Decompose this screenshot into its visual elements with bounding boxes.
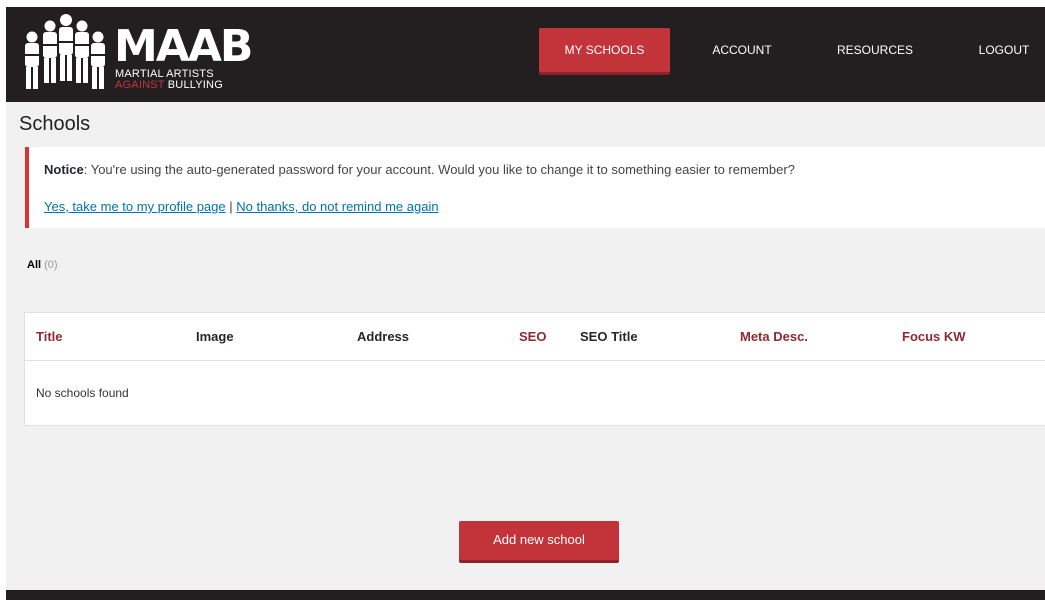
password-notice: Notice: You're using the auto-generated … (25, 147, 1045, 228)
filter-all[interactable]: All (0) (27, 259, 58, 271)
brand-tagline-line2: AGAINST BULLYING (115, 80, 223, 91)
notice-heading: Notice (44, 162, 84, 177)
brand-tagline-bullying: BULLYING (167, 79, 223, 91)
column-focus-kw[interactable]: Focus KW (902, 329, 966, 344)
nav-my-schools[interactable]: MY SCHOOLS (539, 28, 670, 72)
nav-resources[interactable]: RESOURCES (828, 28, 922, 72)
filter-all-label: All (27, 259, 42, 271)
filter-all-count: (0) (44, 259, 58, 271)
column-meta-desc[interactable]: Meta Desc. (740, 329, 808, 344)
notice-links: Yes, take me to my profile page | No tha… (44, 199, 439, 214)
column-seo-title: SEO Title (580, 329, 638, 344)
add-new-school-button[interactable]: Add new school (459, 521, 619, 560)
page-title: Schools (19, 113, 91, 135)
maab-logo[interactable]: MAAB MARTIAL ARTISTS AGAINST BULLYING (20, 11, 253, 95)
footer-bar (6, 590, 1045, 600)
nav-logout[interactable]: LOGOUT (969, 28, 1039, 72)
column-seo[interactable]: SEO (519, 329, 546, 344)
table-header: Title Image Address SEO SEO Title Meta D… (25, 313, 1045, 361)
profile-page-link[interactable]: Yes, take me to my profile page (44, 199, 226, 214)
app-frame: MAAB MARTIAL ARTISTS AGAINST BULLYING MY… (6, 7, 1045, 600)
notice-text: Notice: You're using the auto-generated … (44, 162, 795, 177)
top-header: MAAB MARTIAL ARTISTS AGAINST BULLYING MY… (6, 7, 1045, 102)
notice-link-separator: | (225, 199, 237, 214)
notice-message: : You're using the auto-generated passwo… (83, 162, 795, 177)
column-image: Image (196, 329, 234, 344)
empty-table-message: No schools found (36, 386, 129, 400)
nav-account[interactable]: ACCOUNT (700, 28, 784, 72)
schools-table: Title Image Address SEO SEO Title Meta D… (24, 312, 1045, 426)
martial-artists-silhouette-icon (25, 14, 105, 89)
column-title[interactable]: Title (36, 329, 63, 344)
brand-tagline-against: AGAINST (115, 79, 165, 91)
dismiss-notice-link[interactable]: No thanks, do not remind me again (236, 199, 438, 214)
brand-name: MAAB (114, 21, 253, 72)
column-address: Address (357, 329, 410, 344)
